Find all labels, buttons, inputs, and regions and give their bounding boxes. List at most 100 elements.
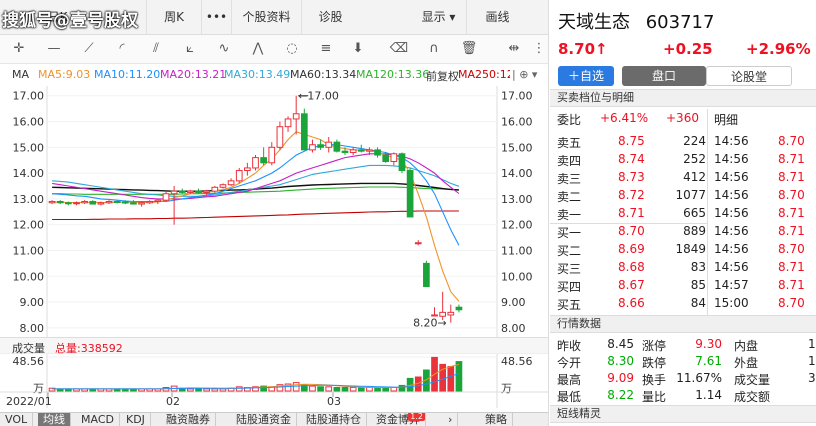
quote-section-title: 行情数据: [550, 315, 816, 333]
tick-price: 8.70: [778, 296, 805, 310]
depth-price: 8.73: [618, 170, 645, 184]
volume-bar: [349, 386, 357, 392]
indicator-tab[interactable]: 陆股通资金: [231, 413, 297, 426]
tick-price: 8.70: [778, 188, 805, 202]
depth-row[interactable]: 买四 8.67 85 14:57 8.71: [550, 277, 816, 295]
candle-body: [382, 154, 390, 162]
tick-time: 14:56: [714, 260, 749, 274]
indicator-tab[interactable]: 陆股通持仓: [301, 413, 367, 426]
volume-bar: [447, 365, 455, 392]
y-tick-left: 16.00: [13, 116, 45, 129]
detail-label: 明细: [714, 113, 739, 127]
candle-body: [121, 201, 129, 204]
depth-row[interactable]: 卖一 8.71 665 14:56 8.71: [550, 205, 816, 223]
volume-bar: [187, 388, 194, 392]
candle-body: [325, 141, 333, 148]
y-tick-right: 9.00: [501, 296, 526, 309]
depth-row[interactable]: 卖五 8.75 224 14:56 8.70: [550, 133, 816, 151]
indicator-tab[interactable]: KDJ: [121, 413, 151, 426]
tick-price: 8.71: [778, 224, 805, 238]
candle-body: [195, 190, 202, 193]
candle-body: [89, 200, 97, 205]
depth-row[interactable]: 卖三 8.73 412 14:56 8.71: [550, 169, 816, 187]
depth-volume: 889: [683, 224, 706, 238]
volume-bar: [292, 382, 300, 392]
depth-label: 卖五: [557, 136, 582, 150]
tab-forum[interactable]: 论股堂: [706, 66, 792, 86]
candle-body: [455, 306, 463, 311]
candle-body: [292, 113, 300, 120]
candle-body: [64, 202, 72, 205]
tick-time: 14:56: [714, 152, 749, 166]
y-tick-right: 10.00: [501, 270, 533, 283]
add-watchlist-button[interactable]: ＋自选: [558, 66, 614, 86]
volume-bar: [357, 386, 365, 392]
high-label: ←17.00: [298, 90, 339, 103]
tick-price: 8.71: [778, 170, 805, 184]
quote-label: 昨收: [557, 339, 582, 353]
y-tick-left: 12.00: [13, 219, 45, 232]
stock-name: 天域生态: [558, 12, 630, 33]
y-tick-right: 8.00: [501, 322, 526, 335]
indicator-tab[interactable]: 均线: [38, 413, 71, 426]
order-ratio-val: +360: [666, 111, 699, 125]
indicator-tab[interactable]: VOL: [0, 413, 34, 426]
detail-divider: [707, 109, 708, 315]
tab-order-book[interactable]: 盘口: [622, 66, 706, 86]
indicator-tab[interactable]: 策略: [480, 413, 513, 426]
candle-body: [260, 157, 267, 164]
depth-row[interactable]: 买三 8.68 83 14:56 8.71: [550, 259, 816, 277]
candle-body: [154, 199, 162, 202]
depth-label: 买四: [557, 280, 582, 294]
candle-body: [81, 200, 88, 204]
quote-label: 跌停: [642, 356, 667, 370]
candle-body: [276, 126, 284, 148]
tab-badge: 1.2: [408, 412, 425, 421]
candle-body: [366, 149, 373, 152]
depth-volume: 252: [683, 152, 706, 166]
candle-body: [390, 153, 398, 162]
y-tick-right: 15.00: [501, 141, 533, 154]
stock-title: 天域生态 603717: [558, 8, 714, 34]
quote-value: 9.09: [607, 371, 634, 385]
tick-time: 14:57: [714, 278, 749, 292]
candle-body: [244, 167, 251, 172]
candle-body: [48, 200, 56, 204]
indicator-tab[interactable]: MACD: [76, 413, 120, 426]
candle-body: [423, 262, 430, 288]
up-arrow-icon: ↑: [595, 40, 608, 58]
depth-price: 8.67: [618, 278, 645, 292]
depth-row[interactable]: 买五 8.66 84 15:00 8.70: [550, 295, 816, 313]
volume-unit-left: 万: [33, 382, 44, 395]
y-tick-right: 11.00: [501, 244, 533, 257]
candle-body: [138, 202, 145, 205]
depth-row[interactable]: 卖四 8.74 252 14:56 8.71: [550, 151, 816, 169]
candle-body: [178, 190, 186, 193]
quote-label: 外盘: [734, 356, 759, 370]
tick-price: 8.71: [778, 260, 805, 274]
tick-price: 8.71: [778, 152, 805, 166]
candle-body: [211, 186, 219, 192]
depth-volume: 412: [683, 170, 706, 184]
indicator-tab[interactable]: 融资融券: [161, 413, 216, 426]
candle-body: [203, 190, 211, 193]
volume-bar: [325, 386, 333, 392]
y-tick-right: 14.00: [501, 167, 533, 180]
depth-section-title: 买卖档位与明细: [550, 89, 816, 107]
volume-bar: [309, 385, 316, 392]
quote-value: 11.67%: [676, 371, 722, 385]
depth-volume: 1849: [675, 242, 706, 256]
depth-price: 8.75: [618, 134, 645, 148]
candle-body: [105, 200, 113, 204]
indicator-tab[interactable]: 资金博弈 1.2: [371, 413, 426, 426]
y-tick-right: 17.00: [501, 90, 533, 103]
depth-row[interactable]: 买二 8.69 1849 14:56 8.70: [550, 241, 816, 259]
candle-body: [130, 202, 137, 205]
depth-row[interactable]: 买一 8.70 889 14:56 8.71: [550, 223, 816, 241]
quote-label: 最高: [557, 373, 582, 387]
quote-label: 内盘: [734, 339, 759, 353]
indicator-tab[interactable]: ›: [443, 413, 459, 426]
y-tick-left: 15.00: [13, 141, 45, 154]
kline-chart[interactable]: 17.00 17.00 16.00 16.00 15.00 15.00 14.00 14.00…: [0, 0, 549, 426]
depth-row[interactable]: 卖二 8.72 1077 14:56 8.70: [550, 187, 816, 205]
